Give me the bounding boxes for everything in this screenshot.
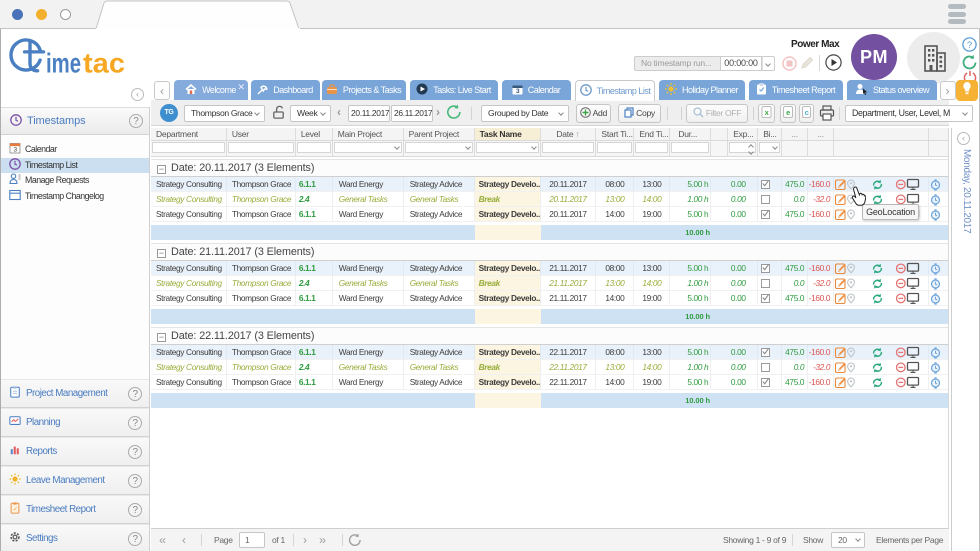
svg-text:?: ? bbox=[967, 40, 972, 51]
svg-text:tac: tac bbox=[83, 48, 125, 79]
svg-text:ime: ime bbox=[46, 48, 81, 79]
svg-text:e: e bbox=[786, 108, 790, 117]
svg-text:c: c bbox=[805, 108, 809, 117]
svg-text:✓: ✓ bbox=[13, 507, 18, 513]
